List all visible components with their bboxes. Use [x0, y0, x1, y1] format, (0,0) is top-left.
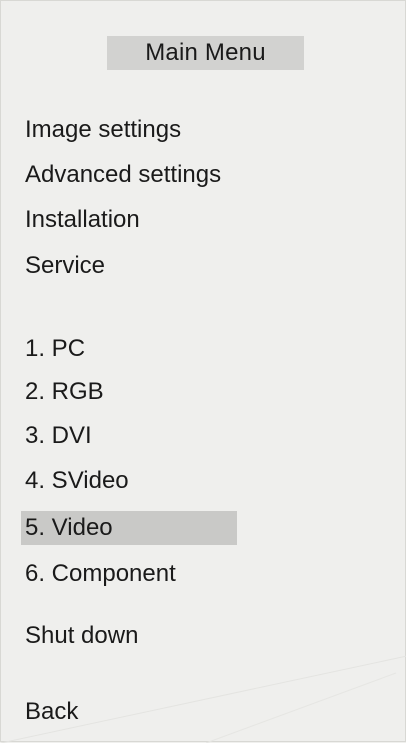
source-item-dvi[interactable]: 3. DVI: [25, 419, 92, 453]
menu-item-installation[interactable]: Installation: [25, 203, 140, 237]
source-item-svideo[interactable]: 4. SVideo: [25, 464, 129, 498]
back-button[interactable]: Back: [25, 695, 78, 729]
menu-item-advanced-settings[interactable]: Advanced settings: [25, 158, 221, 192]
main-menu-panel: Main Menu Image settings Advanced settin…: [0, 0, 406, 743]
menu-title: Main Menu: [107, 36, 304, 70]
source-item-component[interactable]: 6. Component: [25, 557, 176, 591]
menu-item-service[interactable]: Service: [25, 249, 105, 283]
source-item-video[interactable]: 5. Video: [21, 511, 237, 545]
shut-down-button[interactable]: Shut down: [25, 619, 138, 653]
source-item-pc[interactable]: 1. PC: [25, 332, 85, 366]
source-item-rgb[interactable]: 2. RGB: [25, 375, 104, 409]
menu-item-image-settings[interactable]: Image settings: [25, 113, 181, 147]
